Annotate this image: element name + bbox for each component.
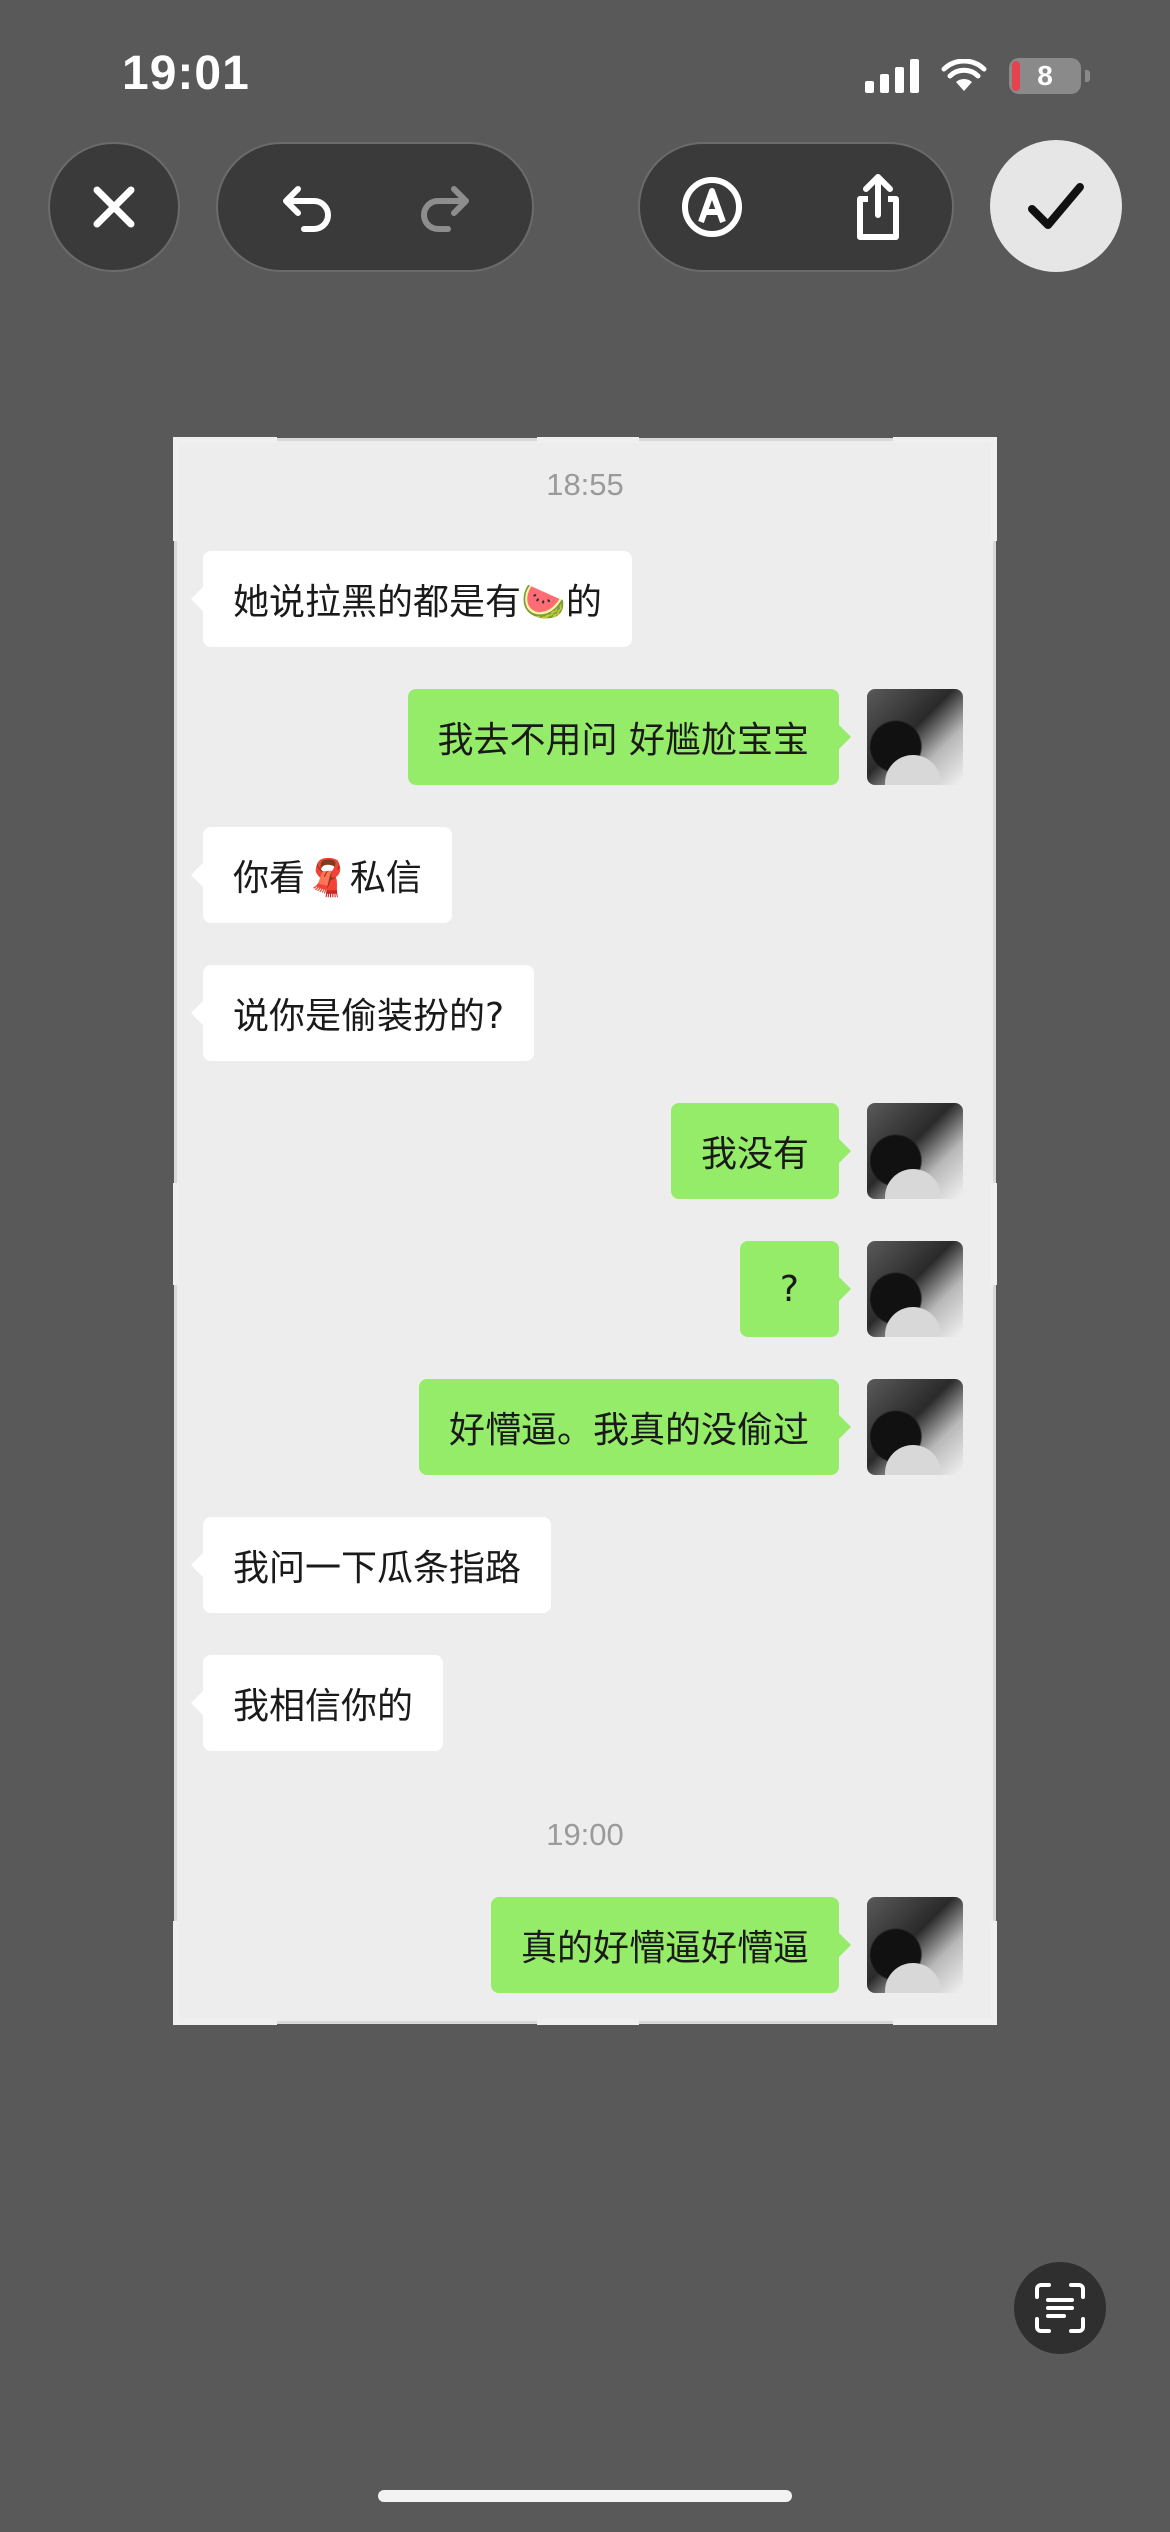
crop-handle[interactable] [537, 437, 639, 443]
message-outgoing: 真的好懵逼好懵逼 [490, 1897, 852, 1993]
battery-icon: 8 [1009, 58, 1081, 94]
avatar [867, 689, 963, 785]
crop-handle[interactable] [173, 1183, 179, 1285]
crop-handle[interactable] [991, 1183, 997, 1285]
avatar [867, 1241, 963, 1337]
avatar [867, 1103, 963, 1199]
avatar [867, 1897, 963, 1993]
close-button[interactable] [48, 142, 180, 272]
chat-timestamp: 18:55 [546, 467, 624, 502]
message-outgoing: 好懵逼。我真的没偷过 [418, 1379, 852, 1475]
markup-share-group [638, 142, 954, 272]
status-indicators: 8 [865, 56, 1090, 96]
crop-handle[interactable] [991, 437, 997, 541]
message-outgoing: ? [739, 1241, 852, 1337]
checkmark-icon [1028, 183, 1084, 229]
crop-handle[interactable] [991, 1921, 997, 2025]
chat-timestamp: 19:00 [546, 1817, 624, 1852]
crop-handle[interactable] [173, 437, 277, 443]
message-incoming: 我问一下瓜条指路 [190, 1517, 552, 1613]
message-outgoing: 我去不用问 好尴尬宝宝 [407, 689, 852, 785]
screenshot-preview[interactable]: 18:55 她说拉黑的都是有🍉的 我去不用问 好尴尬宝宝 你看🧣私信 说你是偷装… [173, 437, 997, 2025]
share-button[interactable] [828, 144, 928, 270]
home-indicator[interactable] [378, 2490, 792, 2502]
done-button[interactable] [990, 140, 1122, 272]
markup-pen-icon [682, 177, 742, 237]
crop-handle[interactable] [173, 2019, 277, 2025]
close-icon [93, 186, 135, 228]
redo-icon [421, 186, 469, 232]
crop-handle[interactable] [537, 2019, 639, 2025]
wifi-icon [941, 59, 987, 91]
cellular-signal-icon [865, 59, 919, 93]
undo-redo-group [216, 142, 534, 272]
crop-handle[interactable] [893, 2019, 997, 2025]
message-incoming: 她说拉黑的都是有🍉的 [191, 551, 632, 647]
crop-handle[interactable] [173, 437, 179, 541]
share-icon [857, 174, 899, 240]
message-incoming: 说你是偷装扮的? [190, 965, 535, 1061]
status-time: 19:01 [122, 47, 250, 100]
message-outgoing: 我没有 [670, 1103, 852, 1199]
message-incoming: 我相信你的 [190, 1655, 444, 1751]
message-incoming: 你看🧣私信 [191, 827, 452, 923]
battery-tip [1085, 70, 1090, 82]
screenshot-editor-screen: 19:01 8 18:55 她说拉黑的都是有🍉的 我去不用问 好尴尬宝宝 你看🧣… [0, 0, 1170, 2532]
undo-button[interactable] [258, 144, 358, 270]
live-text-button[interactable] [1014, 2262, 1106, 2354]
avatar [867, 1379, 963, 1475]
live-text-icon [1035, 2283, 1085, 2333]
crop-handle[interactable] [893, 437, 997, 443]
redo-button[interactable] [394, 144, 494, 270]
undo-icon [283, 186, 331, 232]
markup-button[interactable] [662, 144, 762, 270]
battery-level: 8 [1037, 60, 1053, 91]
crop-handle[interactable] [173, 1921, 179, 2025]
